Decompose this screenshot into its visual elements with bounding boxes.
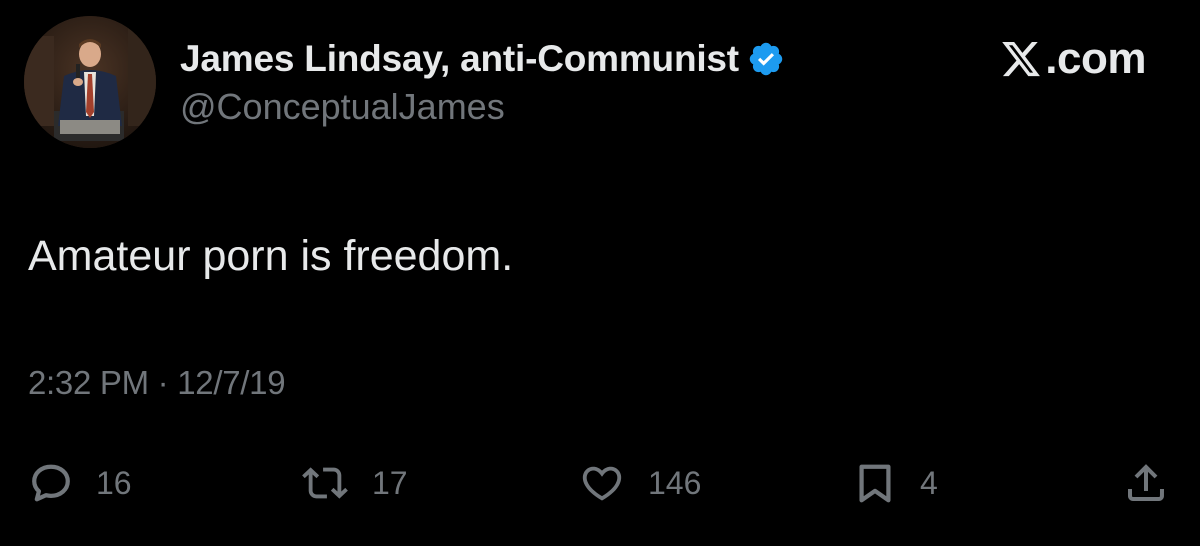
tweet-date: 12/7/19 — [177, 364, 286, 401]
name-row: James Lindsay, anti-Communist — [180, 36, 785, 82]
user-handle[interactable]: @ConceptualJames — [180, 86, 785, 128]
timestamp-separator: · — [157, 364, 169, 401]
display-name[interactable]: James Lindsay, anti-Communist — [180, 38, 739, 80]
reply-count: 16 — [96, 464, 132, 501]
action-bar: 16 17 146 4 — [0, 455, 1200, 511]
share-icon — [1122, 458, 1170, 508]
heart-icon — [578, 460, 626, 506]
x-logo-icon — [999, 38, 1043, 80]
tweet-text: Amateur porn is freedom. — [28, 232, 514, 280]
reply-icon — [28, 460, 74, 506]
bookmark-count: 4 — [920, 464, 938, 501]
tweet-timestamp[interactable]: 2:32 PM · 12/7/19 — [28, 364, 286, 402]
tweet-time: 2:32 PM — [28, 364, 149, 401]
avatar[interactable] — [24, 16, 156, 148]
retweet-count: 17 — [372, 464, 408, 501]
retweet-icon — [300, 460, 350, 506]
avatar-photo — [24, 16, 156, 148]
verified-badge-icon[interactable] — [747, 40, 785, 78]
bookmark-icon — [852, 458, 898, 508]
like-button[interactable]: 146 — [578, 455, 701, 511]
brand-text: .com — [1045, 34, 1146, 83]
like-count: 146 — [648, 464, 702, 501]
reply-button[interactable]: 16 — [28, 455, 132, 511]
tweet-header: James Lindsay, anti-Communist @Conceptua… — [180, 36, 785, 128]
share-button[interactable] — [1122, 455, 1170, 511]
brand-watermark: .com — [999, 34, 1146, 84]
retweet-button[interactable]: 17 — [300, 455, 408, 511]
bookmark-button[interactable]: 4 — [852, 455, 938, 511]
